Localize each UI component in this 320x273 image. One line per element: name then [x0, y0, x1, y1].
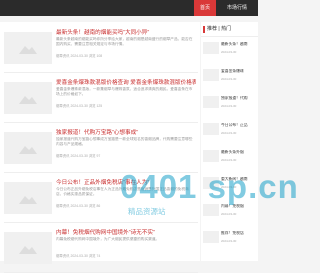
article-thumbnail[interactable] [4, 132, 52, 164]
sidebar-item[interactable]: 独家报道！代购 2024-03-30 [203, 92, 257, 117]
article-title[interactable]: 内幕！免税烟代购网中国境外“诗无不实” [56, 228, 196, 236]
sidebar-item-title[interactable]: 推荐！免税店 [221, 231, 257, 236]
article-meta: 烟草资讯 2024-03-30 浏览 108 [56, 54, 103, 58]
sidebar-item-date: 2024-03-30 [221, 77, 237, 81]
article-item[interactable]: 内幕！免税烟代购网中国境外“诗无不实” 内幕免税烟代购网中国境外，为广大烟民提供… [4, 222, 198, 273]
image-placeholder-icon [19, 246, 37, 254]
sidebar-item-title[interactable]: 爱喜金条爆珠 [221, 69, 257, 74]
accent-bar [203, 26, 205, 33]
sidebar-heading[interactable]: 推荐 | 热门 [207, 25, 231, 32]
sidebar-thumbnail[interactable] [203, 42, 219, 54]
sidebar-item[interactable]: 爱喜金条爆珠 2024-03-30 [203, 65, 257, 90]
sidebar-item[interactable]: 今日公布！正品 2024-03-30 [203, 119, 257, 144]
article-list: 最新头条！越南的烟能买吗“大同小异” 最新头条越南的烟能买吗你所分享给大家，越南… [0, 22, 200, 273]
image-placeholder-icon [19, 46, 37, 54]
sidebar-item[interactable]: 推荐！免税店 2024-03-30 [203, 227, 257, 252]
article-desc: 爱喜金条爆珠款混版，一款集烟草与爆珠香氛，适合追求清爽的烟民。爱喜金条在市场上的… [56, 87, 193, 96]
top-nav-bar: 首页 市场行情 [0, 0, 258, 16]
sidebar-item-title[interactable]: 最新头条外烟 [221, 150, 257, 155]
sidebar-item-title[interactable]: 独家报道！代购 [221, 96, 257, 101]
article-thumbnail[interactable] [4, 32, 52, 64]
sidebar-header: 推荐 | 热门 [201, 22, 258, 37]
sidebar-item-date: 2024-03-30 [221, 131, 237, 135]
nav-item-home[interactable]: 首页 [194, 0, 216, 16]
sidebar-item-date: 2024-03-30 [221, 239, 237, 243]
sidebar-thumbnail[interactable] [203, 231, 219, 243]
article-meta: 烟草资讯 2024-03-30 浏览 97 [56, 154, 101, 158]
sidebar-item-date: 2024-03-30 [221, 50, 237, 54]
article-meta: 烟草资讯 2024-03-30 浏览 125 [56, 104, 103, 108]
article-title[interactable]: 最新头条！越南的烟能买吗“大同小异” [56, 28, 196, 36]
sidebar-item-date: 2024-03-30 [221, 158, 237, 162]
article-title[interactable]: 爱喜金条爆珠款混版价格查询 爱喜金条爆珠款混版价格表一览 [56, 78, 196, 86]
nav-item-market[interactable]: 市场行情 [217, 0, 257, 16]
article-title[interactable]: 独家报道！代购万宝路“心想事成” [56, 128, 196, 136]
sidebar-item-title[interactable]: 最新头条！越南 [221, 42, 257, 47]
sidebar-thumbnail[interactable] [203, 150, 219, 162]
article-thumbnail[interactable] [4, 182, 52, 214]
article-thumbnail[interactable] [4, 82, 52, 114]
article-meta: 烟草资讯 2024-03-30 浏览 74 [56, 254, 101, 258]
image-placeholder-icon [19, 196, 37, 204]
article-desc: 内幕免税烟代购网中国境外，为广大烟民提供便捷的购买渠道。 [56, 237, 160, 241]
sidebar-thumbnail[interactable] [203, 69, 219, 81]
article-desc: 最新头条越南的烟能买吗你所分享给大家，越南的烟是越南盛行的烟草产品，能否在国内购… [56, 37, 193, 46]
sidebar-item[interactable]: 最新头条！越南 2024-03-30 [203, 38, 257, 63]
article-item[interactable]: 爱喜金条爆珠款混版价格查询 爱喜金条爆珠款混版价格表一览 爱喜金条爆珠款混版，一… [4, 72, 198, 123]
sidebar-item-title[interactable]: 今日公布！正品 [221, 123, 257, 128]
sidebar-thumbnail[interactable] [203, 123, 219, 135]
article-item[interactable]: 独家报道！代购万宝路“心想事成” 独家报道代购万宝路心想事成万宝路是一款全球知名… [4, 122, 198, 173]
watermark-logo: 0401 sp.cn [120, 168, 299, 205]
sidebar-item-date: 2024-03-30 [221, 212, 237, 216]
sidebar-thumbnail[interactable] [203, 96, 219, 108]
watermark-subtitle: 精品资源站 [128, 207, 166, 216]
article-item[interactable]: 最新头条！越南的烟能买吗“大同小异” 最新头条越南的烟能买吗你所分享给大家，越南… [4, 22, 198, 73]
image-placeholder-icon [19, 146, 37, 154]
article-thumbnail[interactable] [4, 232, 52, 264]
image-placeholder-icon [19, 96, 37, 104]
sidebar-item-date: 2024-03-30 [221, 104, 237, 108]
sidebar: 推荐 | 热门 最新头条！越南 2024-03-30 爱喜金条爆珠 2024-0… [201, 22, 258, 261]
article-desc: 独家报道代购万宝路心想事成万宝路是一款全球知名的香烟品牌，代购需要注意哪些内容与… [56, 137, 193, 146]
